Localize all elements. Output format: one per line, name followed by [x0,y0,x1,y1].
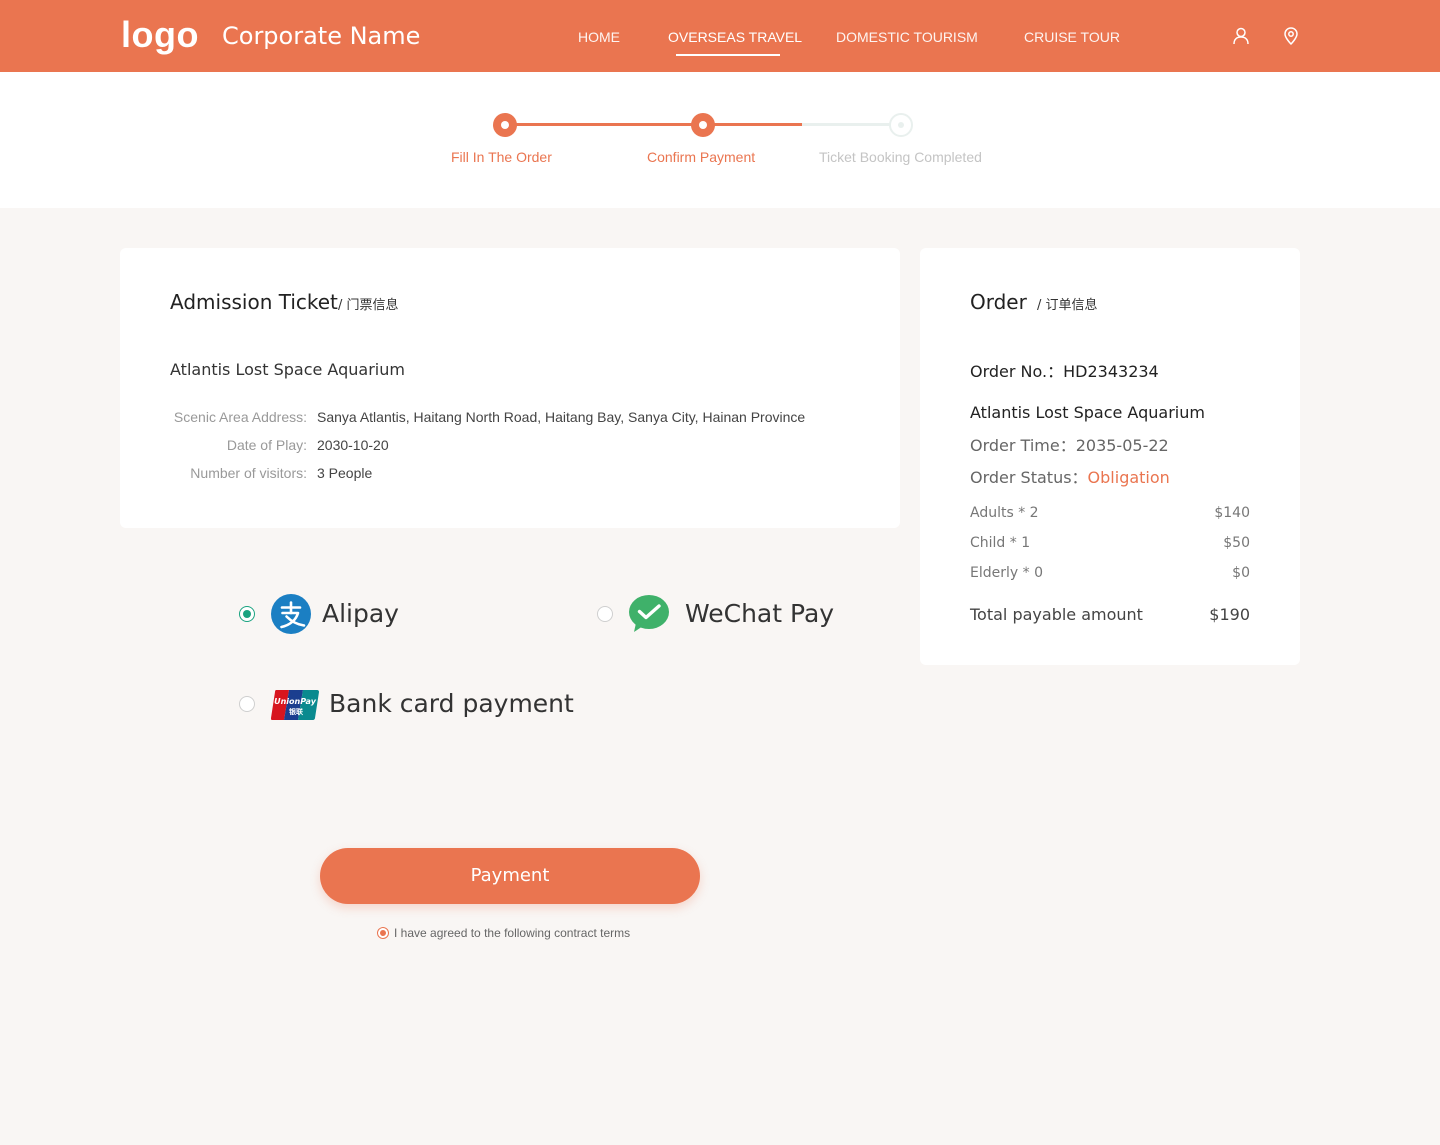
bank-card-radio[interactable] [239,696,255,712]
total-value: $190 [1209,605,1250,624]
nav-cruise-tour[interactable]: CRUISE TOUR [1024,29,1120,45]
step-dot-fill-order [493,113,517,137]
bank-card-label[interactable]: Bank card payment [329,689,574,718]
address-label: Scenic Area Address: [173,409,307,425]
progress-line-pending [802,123,901,126]
nav-overseas-travel[interactable]: OVERSEAS TRAVEL [668,29,802,45]
nav-home[interactable]: HOME [578,29,620,45]
corporate-name: Corporate Name [222,22,421,50]
top-nav-bar: logo Corporate Name HOME OVERSEAS TRAVEL… [0,0,1440,72]
date-value: 2030-10-20 [317,437,389,453]
line-item: Adults * 2 $140 [970,505,1250,525]
alipay-label[interactable]: Alipay [322,599,399,628]
order-summary-card: Order / 订单信息 Order No.：HD2343234 Atlanti… [920,248,1300,665]
line-item-name: Elderly * 0 [970,565,1043,581]
order-status: Order Status：Obligation [970,464,1170,488]
wechat-pay-icon [628,594,670,638]
active-nav-underline [676,54,780,56]
unionpay-icon: UnionPay 银联 [271,690,319,724]
admission-ticket-card: Admission Ticket / 门票信息 Atlantis Lost Sp… [120,248,900,528]
step-label-fill-order: Fill In The Order [451,149,552,165]
agreement-text: I have agreed to the following contract … [394,926,631,940]
progress-steps: Fill In The Order Confirm Payment Ticket… [0,72,1440,208]
order-status-label: Order Status： [970,468,1088,487]
step-label-confirm-payment: Confirm Payment [647,149,756,165]
logo[interactable]: logo [121,14,199,56]
step-label-booking-completed: Ticket Booking Completed [819,149,982,165]
date-label: Date of Play: [226,437,307,453]
step-dot-booking-completed [889,113,913,137]
alipay-radio[interactable] [239,606,255,622]
visitors-label: Number of visitors: [190,465,307,481]
order-time: Order Time：2035-05-22 [970,436,1169,455]
ticket-card-title: Admission Ticket [170,290,338,314]
nav-domestic-tourism[interactable]: DOMESTIC TOURISM [836,29,978,45]
order-status-value: Obligation [1087,468,1170,487]
order-attraction-name: Atlantis Lost Space Aquarium [970,403,1205,422]
progress-line-completed [505,123,802,126]
line-item: Elderly * 0 $0 [970,565,1250,585]
step-dot-confirm-payment [691,113,715,137]
line-item-price: $140 [1214,505,1250,521]
order-card-title: Order [970,290,1027,314]
order-card-subtitle: / 订单信息 [1037,298,1098,313]
info-row-address: Scenic Area Address: Sanya Atlantis, Hai… [120,409,900,429]
user-icon[interactable] [1231,26,1251,46]
agreement-radio[interactable] [377,927,389,939]
wechat-pay-label[interactable]: WeChat Pay [685,599,834,628]
location-pin-icon[interactable] [1281,26,1301,46]
address-value: Sanya Atlantis, Haitang North Road, Hait… [317,409,806,425]
order-total: Total payable amount $190 [970,605,1250,627]
info-row-visitors: Number of visitors: 3 People [120,465,900,485]
ticket-card-subtitle: / 门票信息 [338,298,399,313]
wechat-pay-radio[interactable] [597,606,613,622]
svg-text:银联: 银联 [289,707,304,716]
line-item-name: Adults * 2 [970,505,1039,521]
svg-text:UnionPay: UnionPay [274,697,317,706]
payment-button[interactable]: Payment [320,848,700,904]
line-item: Child * 1 $50 [970,535,1250,555]
alipay-icon [271,594,311,638]
line-item-name: Child * 1 [970,535,1031,551]
info-row-date: Date of Play: 2030-10-20 [120,437,900,457]
line-item-price: $50 [1223,535,1250,551]
order-number: Order No.：HD2343234 [970,362,1159,381]
line-item-price: $0 [1232,565,1250,581]
attraction-name: Atlantis Lost Space Aquarium [170,360,405,379]
total-label: Total payable amount [970,605,1143,624]
visitors-value: 3 People [317,465,373,481]
